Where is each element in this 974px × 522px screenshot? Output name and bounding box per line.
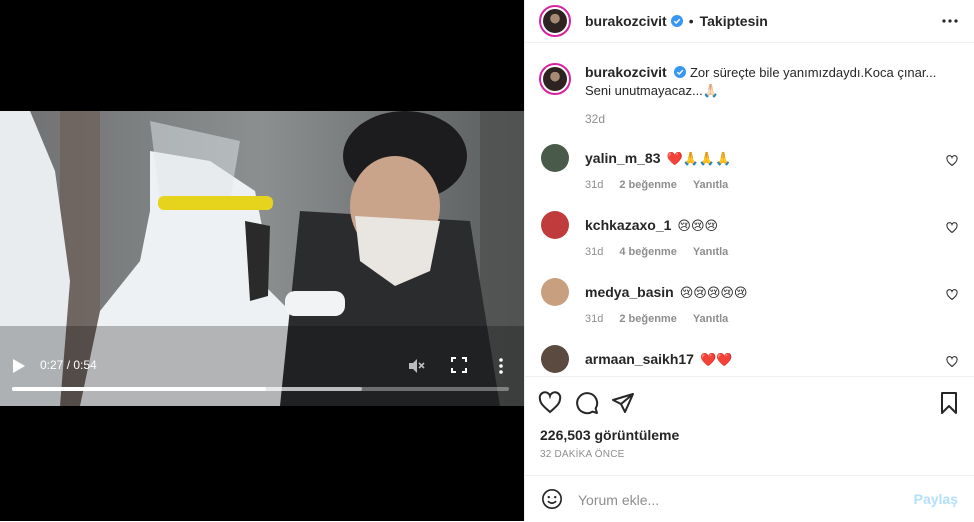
comments-list[interactable]: burakozcivit Zor süreçte bile yanımızday… [525,43,974,376]
video-player[interactable]: 0:27 / 0:54 [0,0,524,521]
post-header: burakozcivit • Takiptesin [525,0,974,43]
caption-timestamp[interactable]: 32d [585,112,974,126]
like-heart-icon[interactable] [946,289,958,301]
more-options-icon[interactable] [940,12,960,30]
like-heart-icon[interactable] [946,155,958,167]
comment-input[interactable] [576,487,880,513]
comment-time[interactable]: 31d [585,246,603,258]
comment-username[interactable]: kchkazaxo_1 [585,217,671,233]
comment-username[interactable]: yalin_m_83 [585,150,661,166]
save-bookmark-icon[interactable] [937,391,961,415]
avatar[interactable] [541,345,569,373]
post-timestamp[interactable]: 32 DAKİKA ÖNCE [540,449,625,460]
list-item: yalin_m_83 ❤️🙏🙏🙏 31d 2 beğenme Yanıtla [525,144,974,211]
view-count[interactable]: 226,503 görüntüleme [540,427,679,443]
follow-status-button[interactable]: Takiptesin [700,13,768,29]
video-played-bar [12,387,267,391]
reply-button[interactable]: Yanıtla [693,246,728,258]
verified-badge-icon [670,15,683,27]
caption-username[interactable]: burakozcivit [585,64,667,80]
video-progress-bar[interactable] [12,387,509,391]
play-icon[interactable] [12,358,26,374]
separator-dot: • [688,13,694,29]
comment-likes[interactable]: 4 beğenme [619,246,676,258]
comment-icon[interactable] [575,391,599,415]
comment-text: ❤️❤️ [699,352,733,367]
header-username[interactable]: burakozcivit [585,13,667,29]
comment-username[interactable]: medya_basin [585,284,674,300]
avatar[interactable] [541,144,569,172]
post-sidebar: burakozcivit • Takiptesin burakozcivit Z… [524,0,974,521]
reply-button[interactable]: Yanıtla [693,313,728,325]
avatar[interactable] [541,278,569,306]
list-item: medya_basin 😢😢😢😢😢 31d 2 beğenme Yanıtla [525,278,974,345]
post-caption: burakozcivit Zor süreçte bile yanımızday… [525,43,974,100]
avatar[interactable] [539,63,571,95]
list-item: kchkazaxo_1 😢😢😢 31d 4 beğenme Yanıtla [525,211,974,278]
share-send-icon[interactable] [611,391,635,415]
comment-time[interactable]: 31d [585,179,603,191]
like-heart-icon[interactable] [946,356,958,368]
avatar[interactable] [541,211,569,239]
comment-text: ❤️🙏🙏🙏 [666,151,732,166]
list-item: armaan_saikh17 ❤️❤️ [525,345,974,376]
reply-button[interactable]: Yanıtla [693,179,728,191]
comment-text: 😢😢😢😢😢 [679,285,748,300]
add-comment-bar: Paylaş [525,475,974,522]
comment-likes[interactable]: 2 beğenme [619,179,676,191]
mute-icon[interactable] [407,357,425,375]
post-comment-button[interactable]: Paylaş [914,491,958,507]
post-actions-bar [525,376,974,427]
more-options-icon[interactable] [496,357,506,375]
comment-username[interactable]: armaan_saikh17 [585,351,694,367]
comment-time[interactable]: 31d [585,313,603,325]
like-heart-icon[interactable] [538,391,562,415]
verified-badge-icon [674,66,687,78]
comment-text: 😢😢😢 [677,218,719,233]
video-controls: 0:27 / 0:54 [0,350,524,405]
like-heart-icon[interactable] [946,222,958,234]
fullscreen-icon[interactable] [451,357,467,373]
comment-likes[interactable]: 2 beğenme [619,313,676,325]
emoji-icon[interactable] [541,488,563,510]
avatar[interactable] [539,5,571,37]
video-time: 0:27 / 0:54 [40,358,97,372]
